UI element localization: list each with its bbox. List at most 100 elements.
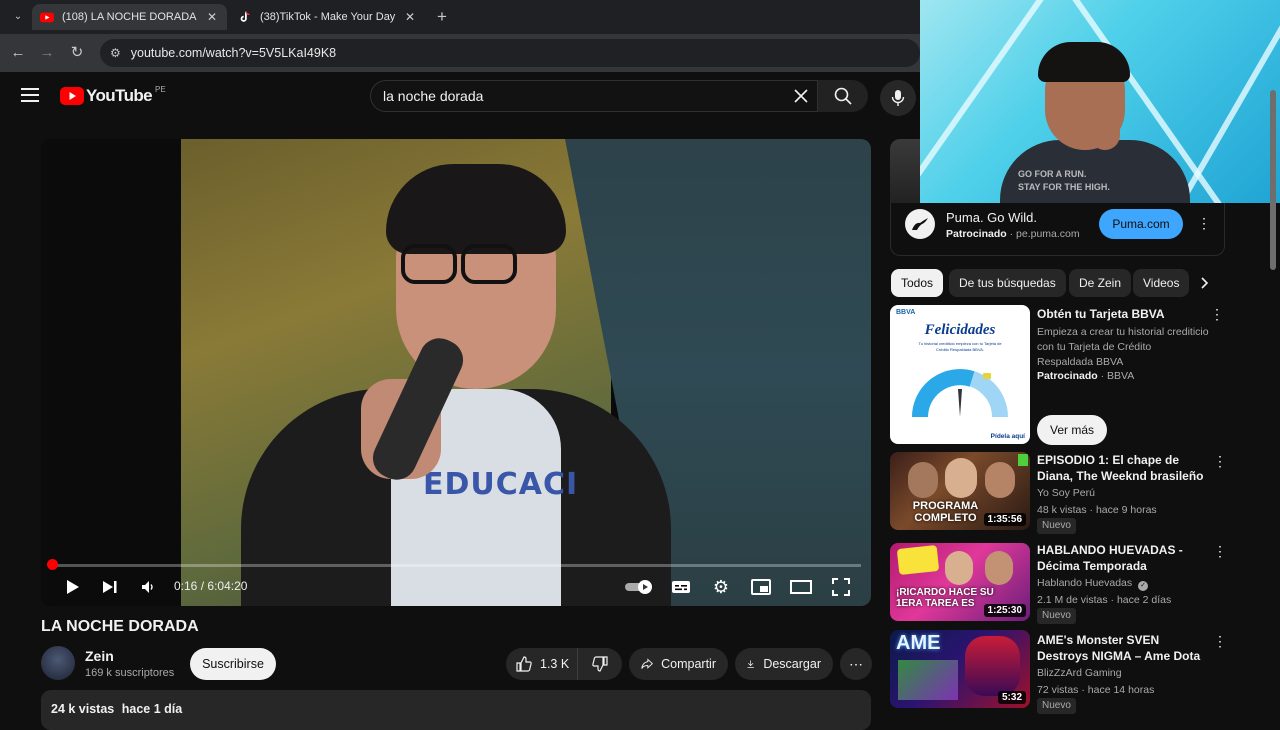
progress-bar[interactable]: [51, 564, 861, 567]
credit-gauge-icon: [912, 369, 1008, 418]
search-input[interactable]: la noche dorada: [370, 80, 818, 112]
more-vertical-icon[interactable]: ⋮: [1210, 305, 1224, 323]
search-button[interactable]: [818, 80, 868, 112]
sponsored-label: Patrocinado: [946, 228, 1007, 240]
progress-scrubber-handle[interactable]: [47, 559, 58, 570]
chip-from-searches[interactable]: De tus búsquedas: [949, 269, 1066, 297]
bbva-ad-title[interactable]: Obtén tu Tarjeta BBVA: [1037, 306, 1209, 322]
more-vertical-icon[interactable]: ⋮: [1213, 452, 1227, 470]
thumbnail-text: PROGRAMA COMPLETO: [912, 500, 979, 524]
video-thumbnail[interactable]: ¡RICARDO HACE SU 1ERA TAREA ES 1:25:30: [890, 543, 1030, 621]
chip-from-channel[interactable]: De Zein: [1069, 269, 1132, 297]
video-frame-figure: [386, 164, 566, 254]
thumbnail-figure: [945, 458, 977, 498]
video-thumbnail[interactable]: PROGRAMA COMPLETO 1:35:56: [890, 452, 1030, 530]
search-query: la noche dorada: [383, 88, 484, 104]
reload-icon[interactable]: ↻: [67, 43, 87, 63]
like-button[interactable]: 1.3 K: [506, 648, 578, 680]
ad-cta-button[interactable]: Puma.com: [1099, 209, 1183, 239]
channel-name[interactable]: Yo Soy Perú: [1037, 487, 1095, 499]
country-code: PE: [155, 84, 166, 94]
play-button[interactable]: [61, 575, 85, 599]
bbva-ad-thumbnail[interactable]: BBVA Felicidades Tu historial crediticio…: [890, 305, 1030, 444]
clear-search-icon[interactable]: [793, 88, 809, 104]
video-player[interactable]: EDUCACI 0:16 / 6:04:20 ⚙: [41, 139, 871, 606]
channel-avatar[interactable]: [41, 646, 75, 680]
browser-tab-youtube[interactable]: (108) LA NOCHE DORADA - YouTube ✕: [32, 4, 227, 30]
video-title[interactable]: HABLANDO HUEVADAS - Décima Temporada [RI…: [1037, 542, 1209, 576]
sponsored-ad-card[interactable]: Puma. Go Wild. Patrocinado · pe.puma.com…: [890, 203, 1225, 256]
video-duration: 5:32: [997, 691, 1026, 704]
sponsored-label: Patrocinado: [1037, 370, 1098, 382]
channel-name[interactable]: Hablando Huevadas ✓: [1037, 577, 1149, 591]
share-button[interactable]: Compartir: [629, 648, 728, 680]
tab-close-icon[interactable]: ✕: [205, 10, 219, 24]
subtitles-button[interactable]: [669, 575, 693, 599]
tab-search-chevron-icon[interactable]: ⌄: [8, 7, 28, 27]
logo-text: YouTube: [86, 86, 153, 105]
video-thumbnail[interactable]: AME 5:32: [890, 630, 1030, 708]
more-vertical-icon[interactable]: ⋮: [1213, 542, 1227, 560]
video-frame-figure: [461, 244, 517, 284]
more-actions-button[interactable]: ⋯: [840, 648, 872, 680]
bbva-logo: BBVA: [896, 309, 916, 316]
thumbnail-figure: [908, 462, 938, 498]
volume-icon: [142, 581, 153, 593]
download-button[interactable]: Descargar: [735, 648, 833, 680]
channel-name[interactable]: BlizZzArd Gaming: [1037, 667, 1122, 679]
thumbnail-logo: [896, 544, 940, 576]
subscribe-button[interactable]: Suscribirse: [190, 648, 276, 680]
autoplay-toggle-icon: [625, 580, 652, 594]
page-scrollbar[interactable]: [1270, 90, 1276, 270]
more-vertical-icon[interactable]: ⋮: [1213, 632, 1227, 650]
hamburger-menu-icon[interactable]: [21, 88, 39, 102]
video-duration: 6:04:20: [207, 579, 248, 593]
tab-close-icon[interactable]: ✕: [403, 10, 417, 24]
forward-arrow-icon[interactable]: →: [37, 43, 57, 63]
next-button[interactable]: [98, 575, 122, 599]
browser-tab-tiktok[interactable]: (38)TikTok - Make Your Day ✕: [230, 4, 425, 30]
tab-title: (108) LA NOCHE DORADA - YouTube: [62, 11, 199, 23]
chip-all[interactable]: Todos: [891, 269, 944, 297]
bbva-see-more-button[interactable]: Ver más: [1037, 415, 1107, 445]
channel-name[interactable]: Zein: [85, 648, 114, 664]
video-meta: 72 vistas · hace 14 horas: [1037, 684, 1155, 696]
dislike-button[interactable]: [578, 648, 622, 680]
upload-age: hace 1 día: [121, 702, 183, 716]
new-badge: Nuevo: [1037, 608, 1076, 624]
chip-videos[interactable]: Videos: [1133, 269, 1189, 297]
thumbnail-text: AME: [896, 632, 941, 654]
voice-search-button[interactable]: [880, 80, 916, 116]
shirt-print-text: EDUCACI: [423, 467, 579, 502]
fullscreen-button[interactable]: [829, 575, 853, 599]
new-tab-plus-icon[interactable]: +: [432, 7, 452, 27]
channel-name-text: Hablando Huevadas: [1037, 577, 1133, 589]
thumbnail-badge-square: [1018, 454, 1028, 466]
like-dislike-group: 1.3 K: [506, 648, 622, 680]
address-bar[interactable]: ⚙ youtube.com/watch?v=5V5LKaI49K8: [100, 39, 920, 67]
thumbnail-figure: [945, 551, 973, 585]
chips-next-button[interactable]: [1194, 272, 1216, 294]
theater-mode-button[interactable]: [789, 575, 813, 599]
video-title[interactable]: AME's Monster SVEN Destroys NIGMA – Ame …: [1037, 632, 1209, 666]
view-count: 2.1 M de vistas: [1037, 594, 1108, 606]
skip-next-icon: [103, 581, 117, 593]
site-info-icon[interactable]: ⚙: [110, 46, 121, 60]
settings-button[interactable]: ⚙: [709, 575, 733, 599]
upload-age: hace 14 horas: [1087, 684, 1155, 696]
video-duration: 1:25:30: [983, 604, 1026, 617]
share-label: Compartir: [661, 657, 716, 671]
description-box[interactable]: 24 k vistas hace 1 día: [41, 690, 871, 730]
thumbs-down-icon: [592, 656, 608, 672]
youtube-logo[interactable]: YouTube PE: [60, 84, 166, 106]
ad-image[interactable]: [890, 139, 920, 203]
more-vertical-icon[interactable]: ⋮: [1197, 214, 1211, 232]
ad-subtitle: Patrocinado · pe.puma.com: [946, 228, 1080, 240]
autoplay-toggle[interactable]: [623, 575, 655, 599]
back-arrow-icon[interactable]: ←: [8, 43, 28, 63]
miniplayer-button[interactable]: [749, 575, 773, 599]
video-title[interactable]: EPISODIO 1: El chape de Diana, The Weekn…: [1037, 452, 1209, 486]
mute-button[interactable]: [136, 575, 160, 599]
thumbnail-hero: [965, 636, 1020, 696]
tiktok-favicon-icon: [240, 11, 250, 22]
